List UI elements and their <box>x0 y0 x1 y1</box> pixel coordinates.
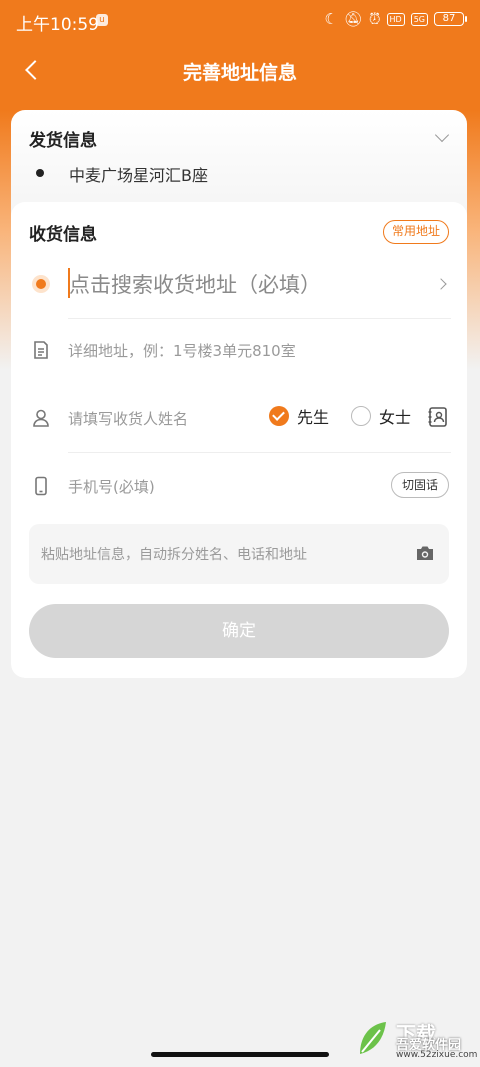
gender-ms-label[interactable]: 女士 <box>379 404 411 428</box>
text-cursor <box>68 268 70 298</box>
shipping-dot-icon <box>36 169 44 177</box>
home-indicator[interactable] <box>151 1052 329 1057</box>
person-icon <box>33 409 49 427</box>
recipient-name-row: 请填写收货人姓名 先生 女士 <box>11 388 467 448</box>
phone-row: 手机号(必填) 切固话 <box>11 456 467 516</box>
address-form: 发货信息 中麦广场星河汇B座 收货信息 常用地址 点击搜索收货地址（必填） 详细… <box>11 110 467 678</box>
divider <box>68 452 451 453</box>
gender-mr-label[interactable]: 先生 <box>297 404 329 428</box>
detail-address-field[interactable]: 详细地址，例：1号楼3单元810室 <box>11 320 467 380</box>
confirm-button[interactable]: 确定 <box>29 604 449 658</box>
detail-address-placeholder: 详细地址，例：1号楼3单元810室 <box>68 342 296 360</box>
alarm-icon: ⏰︎ <box>368 10 381 28</box>
signal-icon: 5G <box>410 12 428 26</box>
paste-address-placeholder: 粘贴地址信息，自动拆分姓名、电话和地址 <box>41 547 307 563</box>
document-icon <box>34 341 48 359</box>
address-search-field[interactable]: 点击搜索收货地址（必填） <box>11 254 467 318</box>
nav-bar: 完善地址信息 <box>0 48 480 92</box>
chevron-right-icon[interactable] <box>435 278 447 290</box>
recipient-name-field[interactable]: 请填写收货人姓名 <box>68 408 188 429</box>
address-search-placeholder: 点击搜索收货地址（必填） <box>69 273 321 297</box>
gender-selector: 先生 女士 <box>268 404 411 428</box>
shipping-title: 发货信息 <box>29 131 97 151</box>
paste-address-field[interactable]: 粘贴地址信息，自动拆分姓名、电话和地址 <box>29 524 449 584</box>
battery-icon: 87 <box>434 12 467 26</box>
notification-icon: u <box>96 14 108 26</box>
watermark: 下载 吾爱软件园 www.52zixue.com <box>356 1016 477 1062</box>
status-bar: 上午10:59 u ☾ 🔕︎ ⏰︎ HD 5G 87 <box>0 0 480 40</box>
receiving-section: 收货信息 常用地址 点击搜索收货地址（必填） 详细地址，例：1号楼3单元810室… <box>11 202 467 678</box>
status-icons: ☾ 🔕︎ ⏰︎ HD 5G 87 <box>324 10 467 28</box>
landline-toggle-button[interactable]: 切固话 <box>390 472 449 498</box>
location-dot-icon <box>36 279 46 289</box>
chevron-down-icon[interactable] <box>434 127 450 143</box>
watermark-url: www.52zixue.com <box>396 1050 478 1060</box>
divider <box>68 318 451 319</box>
status-time: 上午10:59 <box>16 15 99 35</box>
hd-icon: HD <box>386 12 405 26</box>
phone-field[interactable]: 手机号(必填) <box>68 476 155 497</box>
phone-icon <box>35 476 47 496</box>
gender-mr-radio[interactable] <box>268 406 289 426</box>
page-title: 完善地址信息 <box>182 62 297 84</box>
leaf-logo-icon <box>360 1022 386 1054</box>
camera-icon[interactable] <box>415 544 435 562</box>
moon-icon: ☾ <box>324 10 338 28</box>
mute-icon: 🔕︎ <box>343 10 363 28</box>
receiving-title: 收货信息 <box>29 225 97 245</box>
shipping-address: 中麦广场星河汇B座 <box>69 166 208 185</box>
gender-ms-radio[interactable] <box>350 406 371 426</box>
contact-book-icon[interactable] <box>427 406 449 428</box>
common-address-button[interactable]: 常用地址 <box>382 220 449 244</box>
